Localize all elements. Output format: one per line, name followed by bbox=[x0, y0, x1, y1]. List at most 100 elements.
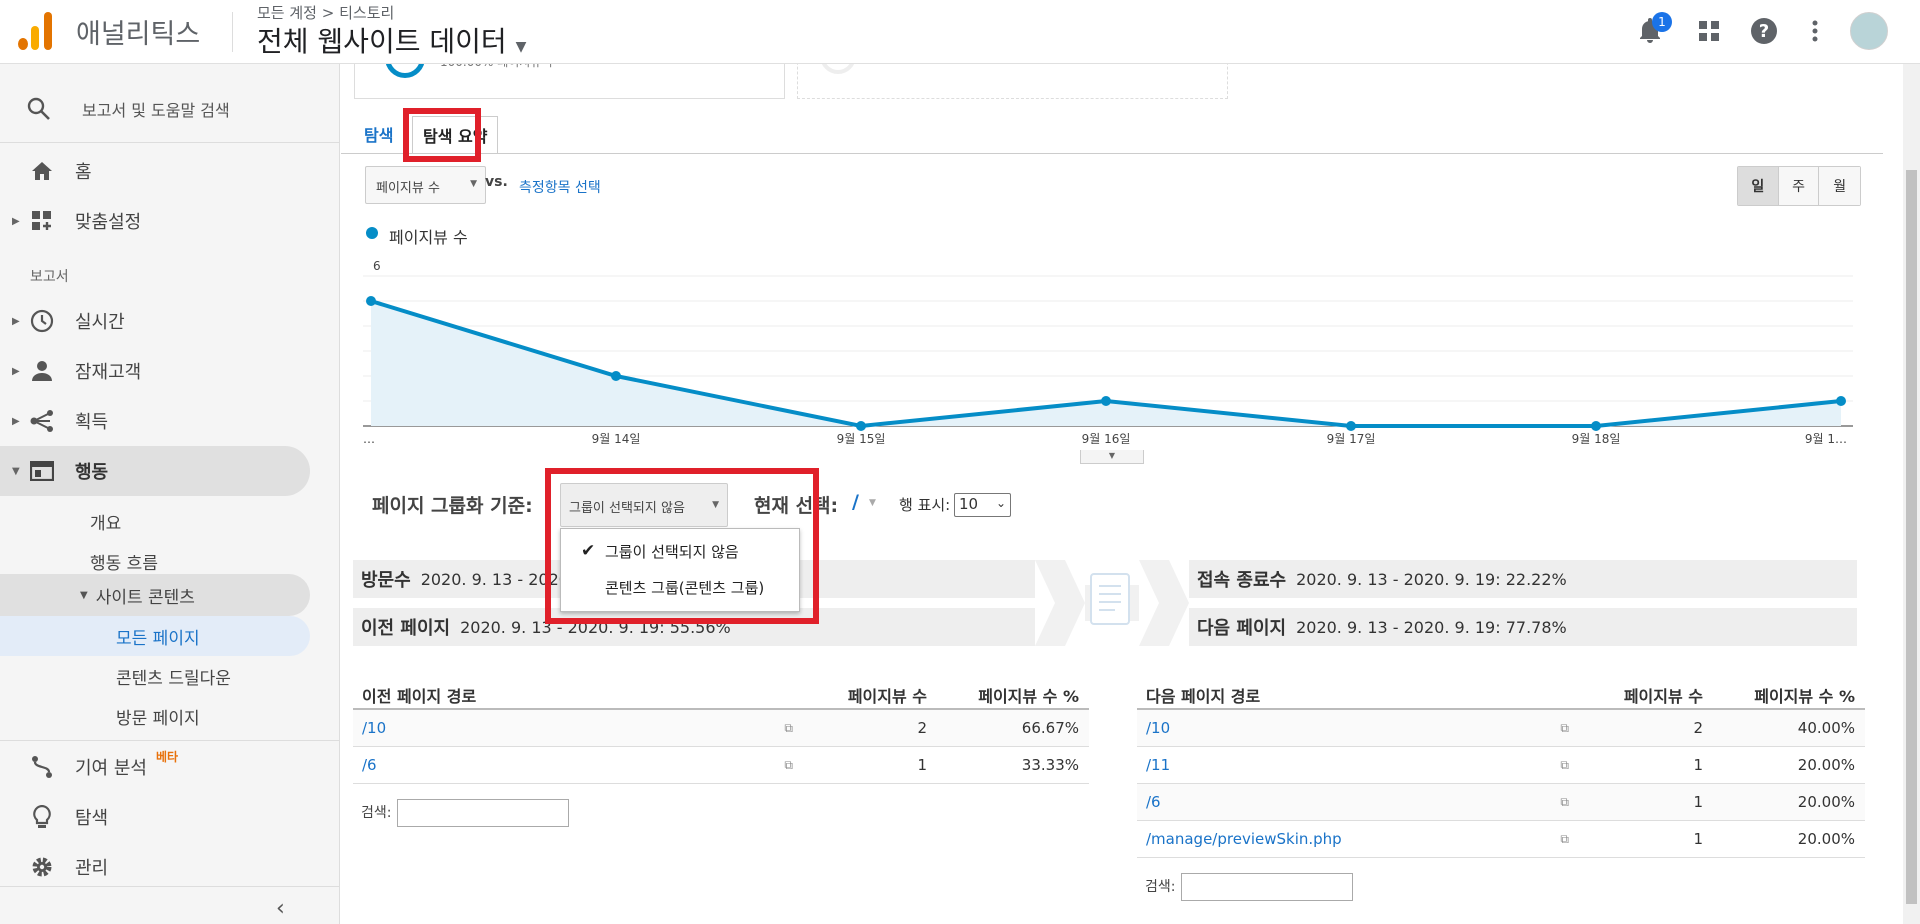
next-pages-value: 2020. 9. 13 - 2020. 9. 19: 77.78% bbox=[1296, 617, 1567, 637]
scrollbar-thumb[interactable] bbox=[1906, 170, 1917, 904]
pageviews-pct-cell: 20.00% bbox=[1715, 746, 1865, 784]
sidebar-divider bbox=[0, 886, 340, 887]
column-header[interactable]: 페이지뷰 수 % bbox=[1715, 681, 1865, 710]
table-row: /6 ⧉ 1 33.33% bbox=[353, 746, 1089, 784]
chart-x-tick: 9월 14일 bbox=[592, 432, 641, 446]
open-page-icon[interactable]: ⧉ bbox=[1560, 832, 1569, 847]
period-month-button[interactable]: 월 bbox=[1819, 167, 1860, 205]
sidebar-item-home[interactable]: 홈 bbox=[0, 146, 330, 196]
sidebar-item-label: 행동 흐름 bbox=[90, 553, 158, 574]
property-name[interactable]: 전체 웹사이트 데이터 bbox=[257, 25, 507, 58]
period-toggle: 일 주 월 bbox=[1737, 166, 1861, 206]
sidebar-item-content-drilldown[interactable]: 콘텐츠 드릴다운 bbox=[0, 654, 310, 698]
sidebar-item-all-pages[interactable]: 모든 페이지 bbox=[0, 616, 310, 656]
sidebar-item-customization[interactable]: ▶ 맞춤설정 bbox=[0, 196, 330, 246]
metric-select[interactable]: 페이지뷰 수 ▼ bbox=[365, 166, 486, 204]
chart-resize-handle-icon[interactable]: ▼ bbox=[1080, 450, 1144, 464]
home-icon bbox=[29, 158, 55, 184]
expand-arrow-icon: ▶ bbox=[12, 415, 20, 427]
chart-x-tick: 9월 16일 bbox=[1082, 432, 1131, 446]
sidebar-item-label: 방문 페이지 bbox=[116, 708, 200, 729]
pageviews-pct-cell: 66.67% bbox=[939, 709, 1089, 747]
column-header[interactable]: 페이지뷰 수 bbox=[1575, 681, 1715, 710]
sidebar-item-site-content[interactable]: ▼ 사이트 콘텐츠 bbox=[0, 574, 310, 616]
more-vert-icon[interactable] bbox=[1798, 14, 1832, 48]
behavior-window-icon bbox=[29, 458, 55, 484]
sidebar-divider bbox=[0, 142, 340, 143]
open-page-icon[interactable]: ⧉ bbox=[1560, 758, 1569, 773]
chevron-down-icon: ▼ bbox=[515, 39, 527, 55]
collapse-arrow-icon: ▼ bbox=[12, 465, 20, 477]
sidebar-item-label: 모든 페이지 bbox=[116, 628, 200, 649]
sidebar-item-label: 획득 bbox=[75, 412, 109, 433]
sidebar-item-discover[interactable]: 탐색 bbox=[0, 792, 330, 842]
app-name[interactable]: 애널리틱스 bbox=[76, 12, 200, 51]
page-path-link[interactable]: /10 bbox=[1146, 719, 1170, 737]
sidebar-item-behavior[interactable]: ▼ 행동 bbox=[0, 446, 310, 496]
period-day-button[interactable]: 일 bbox=[1738, 167, 1779, 205]
legend-dot-icon bbox=[366, 227, 378, 239]
header-divider bbox=[232, 12, 233, 52]
collapse-sidebar-chevron-icon[interactable]: ‹ bbox=[276, 896, 285, 921]
sidebar-item-label: 관리 bbox=[75, 858, 109, 879]
open-page-icon[interactable]: ⧉ bbox=[784, 721, 793, 736]
period-week-button[interactable]: 주 bbox=[1778, 167, 1820, 205]
analytics-logo-icon[interactable] bbox=[18, 12, 54, 50]
prev-search-label: 검색: bbox=[361, 805, 392, 821]
column-header[interactable]: 다음 페이지 경로 bbox=[1137, 681, 1575, 710]
sidebar-item-realtime[interactable]: ▶ 실시간 bbox=[0, 296, 330, 346]
sidebar-item-label: 실시간 bbox=[75, 312, 125, 333]
column-header[interactable]: 페이지뷰 수 % bbox=[939, 681, 1089, 710]
sidebar-item-label: 사이트 콘텐츠 bbox=[95, 587, 195, 608]
previous-pages-label: 이전 페이지 bbox=[361, 618, 451, 639]
chart-point bbox=[1591, 421, 1601, 431]
pageviews-pct-cell: 33.33% bbox=[939, 746, 1089, 784]
help-icon[interactable]: ? bbox=[1747, 14, 1781, 48]
tab-explorer[interactable]: 탐색 bbox=[364, 122, 393, 146]
sidebar-item-attribution[interactable]: 기여 분석 베타 bbox=[0, 742, 330, 792]
vs-label: vs. bbox=[485, 174, 508, 190]
chart-point bbox=[1346, 421, 1356, 431]
open-page-icon[interactable]: ⧉ bbox=[1560, 721, 1569, 736]
chart-area-fill bbox=[371, 301, 1841, 426]
flow-arrow-icon bbox=[1035, 560, 1189, 646]
gear-icon bbox=[29, 854, 55, 880]
page-path-link[interactable]: /6 bbox=[362, 756, 377, 774]
sidebar-item-acquisition[interactable]: ▶ 획득 bbox=[0, 396, 330, 446]
search-icon bbox=[26, 96, 52, 122]
page-scrollbar[interactable] bbox=[1903, 64, 1920, 924]
view-selector[interactable]: 전체 웹사이트 데이터 ▼ bbox=[257, 20, 526, 60]
reports-section-header: 보고서 bbox=[30, 269, 69, 285]
avatar[interactable] bbox=[1850, 12, 1888, 50]
open-page-icon[interactable]: ⧉ bbox=[1560, 795, 1569, 810]
compare-metric-link[interactable]: 측정항목 선택 bbox=[519, 177, 601, 197]
sidebar-item-landing-pages[interactable]: 방문 페이지 bbox=[0, 694, 310, 738]
pageviews-cell: 1 bbox=[1575, 820, 1715, 858]
sidebar-item-label: 개요 bbox=[90, 513, 122, 534]
prev-search-input[interactable] bbox=[397, 799, 569, 827]
page-path-link[interactable]: /6 bbox=[1146, 793, 1161, 811]
sidebar-item-label: 탐색 bbox=[75, 808, 109, 829]
column-header[interactable]: 이전 페이지 경로 bbox=[353, 681, 799, 710]
page-path-link[interactable]: /11 bbox=[1146, 756, 1170, 774]
next-search-input[interactable] bbox=[1181, 873, 1353, 901]
chart-x-tick: 9월 15일 bbox=[837, 432, 886, 446]
expand-arrow-icon: ▶ bbox=[12, 365, 20, 377]
clock-icon bbox=[29, 308, 55, 334]
column-header[interactable]: 페이지뷰 수 bbox=[799, 681, 939, 710]
pageviews-cell: 2 bbox=[799, 709, 939, 747]
apps-grid-icon[interactable] bbox=[1692, 14, 1726, 48]
chevron-down-icon[interactable]: ▼ bbox=[869, 498, 876, 508]
next-pages-label: 다음 페이지 bbox=[1197, 618, 1287, 639]
open-page-icon[interactable]: ⧉ bbox=[784, 758, 793, 773]
sidebar-item-admin[interactable]: 관리 bbox=[0, 842, 330, 892]
current-selection-value[interactable]: / bbox=[852, 491, 859, 513]
highlight-box-tab bbox=[403, 108, 481, 162]
collapse-arrow-icon: ▼ bbox=[80, 589, 88, 601]
page-path-link[interactable]: /10 bbox=[362, 719, 386, 737]
sidebar-search[interactable]: 보고서 및 도움말 검색 bbox=[0, 84, 330, 134]
sidebar-item-audience[interactable]: ▶ 잠재고객 bbox=[0, 346, 330, 396]
chart-x-tick: 9월 17일 bbox=[1327, 432, 1376, 446]
page-path-link[interactable]: /manage/previewSkin.php bbox=[1146, 830, 1342, 848]
rows-select[interactable]: 10 ⌄ bbox=[954, 493, 1011, 517]
